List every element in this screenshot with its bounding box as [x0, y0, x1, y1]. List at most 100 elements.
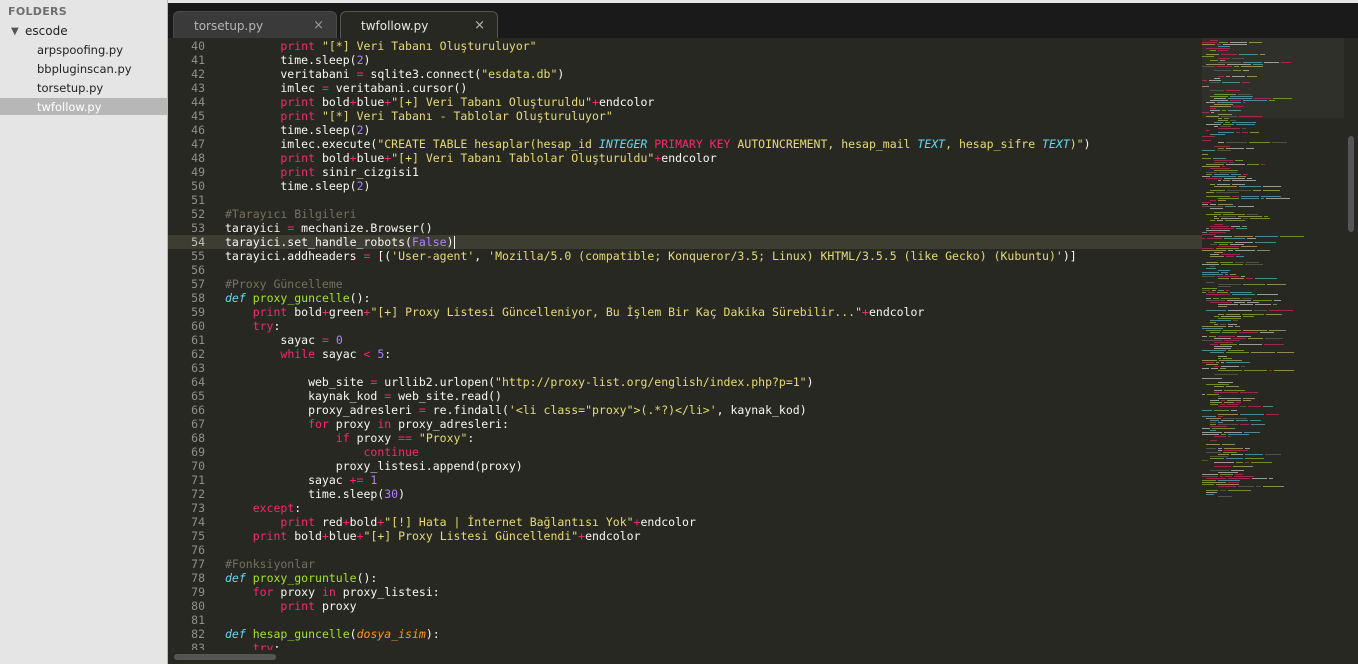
horizontal-scrollbar[interactable] [168, 650, 1358, 664]
code-line[interactable]: 83 try: [168, 641, 1202, 650]
minimap[interactable] [1202, 38, 1344, 650]
code-line[interactable]: 40 print "[*] Veri Tabanı Oluşturuluyor" [168, 39, 1202, 53]
code-text[interactable]: while sayac < 5: [225, 347, 391, 361]
code-line[interactable]: 43 imlec = veritabani.cursor() [168, 81, 1202, 95]
code-text[interactable]: web_site = urllib2.urlopen("http://proxy… [225, 375, 813, 389]
code-line[interactable]: 50 time.sleep(2) [168, 179, 1202, 193]
code-line[interactable]: 64 web_site = urllib2.urlopen("http://pr… [168, 375, 1202, 389]
code-text[interactable]: print bold+blue+"[+] Proxy Listesi Günce… [225, 529, 641, 543]
code-line[interactable]: 51 [168, 193, 1202, 207]
tab-torsetup[interactable]: torsetup.py × [173, 11, 337, 41]
close-icon[interactable]: × [474, 18, 485, 33]
code-text[interactable]: time.sleep(30) [225, 487, 405, 501]
code-text[interactable]: #Tarayıcı Bilgileri [225, 207, 357, 221]
code-line[interactable]: 56 [168, 263, 1202, 277]
sidebar-file-bbpluginscan[interactable]: bbpluginscan.py [0, 60, 168, 77]
code-text[interactable]: time.sleep(2) [225, 53, 370, 67]
code-line[interactable]: 67 for proxy in proxy_adresleri: [168, 417, 1202, 431]
code-text[interactable]: time.sleep(2) [225, 123, 370, 137]
code-text[interactable]: print proxy [225, 599, 356, 613]
code-line[interactable]: 60 try: [168, 319, 1202, 333]
code-line[interactable]: 62 while sayac < 5: [168, 347, 1202, 361]
code-line[interactable]: 75 print bold+blue+"[+] Proxy Listesi Gü… [168, 529, 1202, 543]
code-text[interactable]: except: [225, 501, 301, 515]
code-line[interactable]: 41 time.sleep(2) [168, 53, 1202, 67]
code-line[interactable]: 69 continue [168, 445, 1202, 459]
tab-twfollow[interactable]: twfollow.py × [340, 11, 498, 41]
horizontal-scrollbar-thumb[interactable] [174, 654, 276, 660]
code-line[interactable]: 77 #Fonksiyonlar [168, 557, 1202, 571]
code-line[interactable]: 71 sayac += 1 [168, 473, 1202, 487]
code-text[interactable]: #Fonksiyonlar [225, 557, 315, 571]
code-text[interactable]: try: [225, 319, 281, 333]
code-text[interactable]: imlec = veritabani.cursor() [225, 81, 467, 95]
code-line[interactable]: 70 proxy_listesi.append(proxy) [168, 459, 1202, 473]
code-line[interactable]: 79 for proxy in proxy_listesi: [168, 585, 1202, 599]
code-text[interactable]: #Proxy Güncelleme [225, 277, 343, 291]
sidebar-file-arpspoofing[interactable]: arpspoofing.py [0, 41, 168, 58]
code-line[interactable]: 49 print sinir_cizgisi1 [168, 165, 1202, 179]
code-text[interactable]: imlec.execute("CREATE TABLE hesaplar(hes… [225, 137, 1090, 151]
code-text[interactable]: veritabani = sqlite3.connect("esdata.db"… [225, 67, 564, 81]
code-text[interactable]: continue [225, 445, 418, 459]
code-line[interactable]: 54 tarayici.set_handle_robots(False) [168, 235, 1202, 249]
code-line[interactable]: 61 sayac = 0 [168, 333, 1202, 347]
code-text[interactable]: print bold+blue+"[+] Veri Tabanı Oluştur… [225, 95, 654, 109]
code-line[interactable]: 74 print red+bold+"[!] Hata | İnternet B… [168, 515, 1202, 529]
code-text[interactable]: sayac = 0 [225, 333, 342, 347]
code-line[interactable]: 66 proxy_adresleri = re.findall('<li cla… [168, 403, 1202, 417]
minimap-line [1231, 410, 1237, 411]
code-text[interactable]: print bold+green+"[+] Proxy Listesi Günc… [225, 305, 925, 319]
code-text[interactable]: kaynak_kod = web_site.read() [225, 389, 502, 403]
sidebar-file-torsetup[interactable]: torsetup.py [0, 79, 168, 96]
code-text[interactable]: proxy_adresleri = re.findall('<li class=… [225, 403, 807, 417]
code-line[interactable]: 52 #Tarayıcı Bilgileri [168, 207, 1202, 221]
code-line[interactable]: 45 print "[*] Veri Tabanı - Tablolar Olu… [168, 109, 1202, 123]
code-text[interactable]: tarayici.addheaders = [('User-agent', 'M… [225, 249, 1077, 263]
code-line[interactable]: 44 print bold+blue+"[+] Veri Tabanı Oluş… [168, 95, 1202, 109]
code-text[interactable]: def proxy_goruntule(): [225, 571, 377, 585]
code-text[interactable]: print "[*] Veri Tabanı Oluşturuluyor" [225, 39, 536, 53]
expand-triangle-icon[interactable]: ▼ [11, 26, 19, 37]
close-icon[interactable]: × [313, 18, 324, 33]
code-text[interactable]: print sinir_cizgisi1 [225, 165, 418, 179]
code-text[interactable]: print red+bold+"[!] Hata | İnternet Bağl… [225, 515, 695, 529]
code-line[interactable]: 68 if proxy == "Proxy": [168, 431, 1202, 445]
code-text[interactable]: if proxy == "Proxy": [225, 431, 475, 445]
code-line[interactable]: 57 #Proxy Güncelleme [168, 277, 1202, 291]
code-text[interactable]: print "[*] Veri Tabanı - Tablolar Oluştu… [225, 109, 612, 123]
code-line[interactable]: 59 print bold+green+"[+] Proxy Listesi G… [168, 305, 1202, 319]
code-line[interactable]: 81 [168, 613, 1202, 627]
code-line[interactable]: 53 tarayici = mechanize.Browser() [168, 221, 1202, 235]
code-text[interactable]: print bold+blue+"[+] Veri Tabanı Tablola… [225, 151, 716, 165]
sidebar-file-twfollow[interactable]: twfollow.py [0, 98, 168, 115]
code-text[interactable]: proxy_listesi.append(proxy) [225, 459, 523, 473]
code-line[interactable]: 58 def proxy_guncelle(): [168, 291, 1202, 305]
code-line[interactable]: 42 veritabani = sqlite3.connect("esdata.… [168, 67, 1202, 81]
code-text[interactable]: for proxy in proxy_listesi: [225, 585, 440, 599]
folder-escode[interactable]: ▼ escode [0, 23, 168, 40]
code-line[interactable]: 82 def hesap_guncelle(dosya_isim): [168, 627, 1202, 641]
code-line[interactable]: 73 except: [168, 501, 1202, 515]
code-text[interactable]: time.sleep(2) [225, 179, 370, 193]
code-line[interactable]: 72 time.sleep(30) [168, 487, 1202, 501]
code-line[interactable]: 76 [168, 543, 1202, 557]
vertical-scrollbar[interactable] [1344, 38, 1358, 650]
vertical-scrollbar-thumb[interactable] [1348, 136, 1354, 232]
code-line[interactable]: 65 kaynak_kod = web_site.read() [168, 389, 1202, 403]
code-line[interactable]: 55 tarayici.addheaders = [('User-agent', … [168, 249, 1202, 263]
code-text[interactable]: tarayici = mechanize.Browser() [225, 221, 433, 235]
code-text[interactable]: def proxy_guncelle(): [225, 291, 370, 305]
code-line[interactable]: 78 def proxy_goruntule(): [168, 571, 1202, 585]
code-text[interactable]: def hesap_guncelle(dosya_isim): [225, 627, 440, 641]
code-line[interactable]: 48 print bold+blue+"[+] Veri Tabanı Tabl… [168, 151, 1202, 165]
code-text[interactable]: tarayici.set_handle_robots(False) [225, 235, 455, 249]
code-text[interactable]: for proxy in proxy_adresleri: [225, 417, 509, 431]
code-editor[interactable]: 40 print "[*] Veri Tabanı Oluşturuluyor"… [168, 38, 1202, 650]
code-text[interactable]: sayac += 1 [225, 473, 377, 487]
code-line[interactable]: 46 time.sleep(2) [168, 123, 1202, 137]
code-line[interactable]: 63 [168, 361, 1202, 375]
code-line[interactable]: 80 print proxy [168, 599, 1202, 613]
code-line[interactable]: 47 imlec.execute("CREATE TABLE hesaplar(… [168, 137, 1202, 151]
code-text[interactable]: try: [225, 641, 281, 650]
